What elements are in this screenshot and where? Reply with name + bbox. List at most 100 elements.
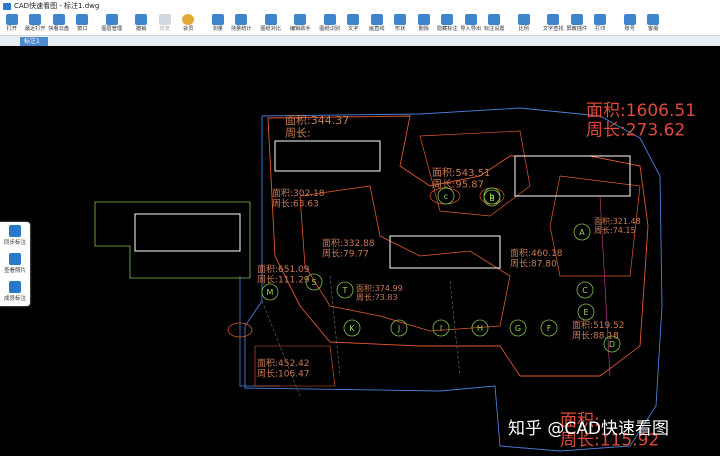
- perimeter-label[interactable]: 周长:106.47: [257, 367, 310, 379]
- vip-button[interactable]: 会员: [177, 12, 201, 36]
- area-label[interactable]: 面积:651.09: [257, 263, 310, 275]
- cad-drawing[interactable]: 面积:1606.51周长:273.62 面积:344.37周长: 面积:543.51…: [0, 46, 720, 456]
- scale-button[interactable]: 比例: [512, 12, 536, 36]
- area-label[interactable]: 面积:460.18: [510, 247, 563, 259]
- line-label: 画直线: [368, 26, 385, 32]
- area-label[interactable]: 面积:302.18: [272, 187, 325, 199]
- photo-icon: [9, 253, 21, 265]
- text-label: 文字: [348, 26, 359, 32]
- textsearch-icon: [547, 14, 560, 25]
- tab-bar: 标注1: [0, 36, 720, 46]
- shape-button[interactable]: 形状: [389, 12, 413, 36]
- side-item-label: 查看照片: [3, 268, 26, 274]
- textsearch-button[interactable]: 文字查找: [542, 12, 566, 36]
- window-title: CAD快速看图 - 标注1.dwg: [14, 2, 100, 10]
- title-bar: CAD快速看图 - 标注1.dwg: [0, 0, 720, 12]
- window-icon: [76, 14, 89, 25]
- layers-button[interactable]: 图层管理: [100, 12, 124, 36]
- side-item-2[interactable]: 成员标注: [0, 278, 30, 306]
- service-button[interactable]: 客服: [642, 12, 666, 36]
- line-icon: [370, 14, 383, 25]
- cloud-label: 快看云盘: [48, 26, 70, 32]
- grid-marker: J: [397, 324, 400, 333]
- screen-button[interactable]: 屏蔽插件: [565, 12, 589, 36]
- redo-button[interactable]: 恢复: [153, 12, 177, 36]
- grid-marker: H: [477, 324, 483, 333]
- open-label: 打开: [6, 26, 17, 32]
- drawing-canvas[interactable]: 面积:1606.51 周长:273.62 面积:344.37 周长: 面积:543.51…: [0, 46, 720, 456]
- side-item-label: 同步标注: [3, 240, 26, 246]
- perimeter-label[interactable]: 周长:73.83: [356, 292, 398, 302]
- hide-icon: [441, 14, 454, 25]
- line-button[interactable]: 画直线: [365, 12, 389, 36]
- area-label[interactable]: 面积:1606.51: [586, 101, 696, 121]
- area-label[interactable]: 面积:374.99: [356, 283, 403, 293]
- export-button[interactable]: 导入导出: [459, 12, 483, 36]
- area-label[interactable]: 面积:519.52: [572, 319, 625, 331]
- grid-marker: F: [547, 324, 552, 333]
- service-icon: [647, 14, 660, 25]
- area-label[interactable]: 面积:332.88: [322, 237, 375, 249]
- text-button[interactable]: 文字: [342, 12, 366, 36]
- marksetting-icon: [488, 14, 501, 25]
- hide-button[interactable]: 隐藏标注: [436, 12, 460, 36]
- perimeter-label[interactable]: 周长:63.63: [272, 197, 319, 209]
- compare-label: 图纸对比: [260, 26, 282, 32]
- account-button[interactable]: 账号: [618, 12, 642, 36]
- print-button[interactable]: 打印: [589, 12, 613, 36]
- marksetting-label: 标注设置: [483, 26, 505, 32]
- recent-button[interactable]: 最近打开: [24, 12, 48, 36]
- perimeter-label[interactable]: 周长:: [285, 127, 311, 140]
- cloud-button[interactable]: 快看云盘: [47, 12, 71, 36]
- grid-marker: M: [267, 288, 274, 297]
- sync-icon: [9, 225, 21, 237]
- members-icon: [9, 281, 21, 293]
- grid-marker: G: [515, 324, 521, 333]
- perimeter-label[interactable]: 周长:273.62: [586, 121, 685, 141]
- text-icon: [347, 14, 360, 25]
- perimeter-label[interactable]: 周长:74.15: [594, 225, 636, 235]
- stats-button[interactable]: 测量统计: [230, 12, 254, 36]
- measure-button[interactable]: 测量: [206, 12, 230, 36]
- side-item-1[interactable]: 查看照片: [0, 250, 30, 278]
- hide-label: 隐藏标注: [436, 26, 458, 32]
- account-icon: [623, 14, 636, 25]
- shape-label: 形状: [395, 26, 406, 32]
- side-item-label: 成员标注: [3, 296, 26, 302]
- delete-label: 删除: [418, 26, 429, 32]
- area-label[interactable]: 面积:543.51: [432, 167, 490, 179]
- redo-label: 恢复: [159, 26, 170, 32]
- area-label[interactable]: 面积:344.37: [285, 114, 349, 127]
- grid-marker: I: [440, 324, 442, 333]
- delete-button[interactable]: 删除: [412, 12, 436, 36]
- grid-marker: b: [489, 192, 494, 201]
- grid-marker: S: [311, 278, 316, 287]
- assistant-button[interactable]: 编辑助手: [289, 12, 313, 36]
- area-label[interactable]: 面积:452.42: [257, 357, 310, 369]
- grid-marker: c: [444, 192, 448, 201]
- window-button[interactable]: 窗口: [71, 12, 95, 36]
- side-panel: 同步标注查看照片成员标注: [0, 222, 30, 306]
- recent-icon: [29, 14, 42, 25]
- area-label[interactable]: 面积:321.48: [594, 216, 641, 226]
- perimeter-label[interactable]: 周长:95.87: [432, 179, 484, 191]
- tab-drawing[interactable]: 标注1: [20, 37, 48, 46]
- compare-button[interactable]: 图纸对比: [259, 12, 283, 36]
- watermark-text: 知乎 @CAD快速看图: [508, 419, 669, 439]
- textsearch-label: 文字查找: [542, 26, 564, 32]
- side-item-0[interactable]: 同步标注: [0, 222, 30, 250]
- recent-label: 最近打开: [24, 26, 46, 32]
- recognize-button[interactable]: 图纸识别: [318, 12, 342, 36]
- undo-button[interactable]: 撤销: [130, 12, 154, 36]
- perimeter-label[interactable]: 周长:87.80: [510, 257, 557, 269]
- marksetting-button[interactable]: 标注设置: [483, 12, 507, 36]
- scale-label: 比例: [518, 26, 529, 32]
- perimeter-label[interactable]: 周长:79.77: [322, 247, 369, 259]
- open-button[interactable]: 打开: [0, 12, 24, 36]
- print-label: 打印: [595, 26, 606, 32]
- measure-label: 测量: [212, 26, 223, 32]
- perimeter-label[interactable]: 周长:111.29: [257, 273, 310, 285]
- grid-marker: C: [582, 286, 588, 295]
- vip-label: 会员: [183, 26, 194, 32]
- grid-marker: A: [579, 228, 585, 237]
